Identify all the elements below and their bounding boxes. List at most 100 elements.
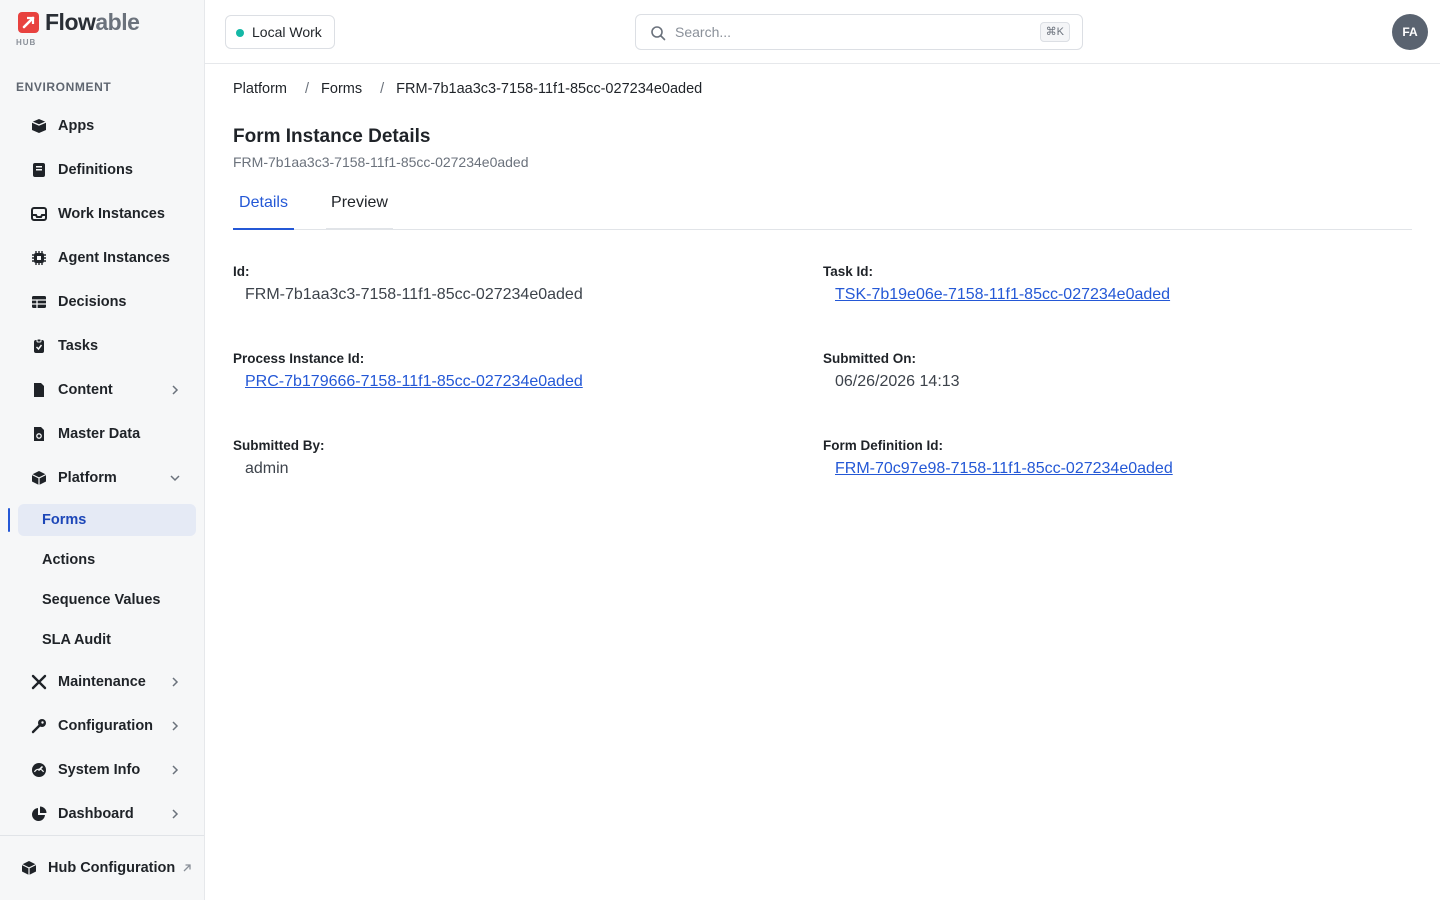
sidebar-item-content[interactable]: Content bbox=[0, 368, 204, 412]
breadcrumb-separator: / bbox=[305, 81, 310, 97]
sidebar-item-configuration[interactable]: Configuration bbox=[0, 704, 204, 748]
sidebar-subitem-actions[interactable]: Actions bbox=[0, 540, 204, 580]
sidebar-item-label: Configuration bbox=[58, 718, 154, 734]
table-icon bbox=[32, 296, 46, 308]
breadcrumb-current: FRM-7b1aa3c3-7158-11f1-85cc-027234e0aded bbox=[396, 81, 703, 97]
task-id-link[interactable]: TSK-7b19e06e-7158-11f1-85cc-027234e0aded bbox=[835, 286, 1170, 304]
sidebar-item-label: Definitions bbox=[58, 162, 133, 178]
sidebar-item-label: Work Instances bbox=[58, 206, 165, 222]
environment-label: Local Work bbox=[252, 24, 322, 40]
gauge-icon bbox=[32, 763, 46, 777]
sidebar-item-system-info[interactable]: System Info bbox=[0, 748, 204, 792]
clipboard-check-icon bbox=[34, 338, 44, 353]
sidebar-item-dashboard[interactable]: Dashboard bbox=[0, 792, 204, 836]
page-title: Form Instance Details bbox=[233, 126, 431, 147]
breadcrumb-forms[interactable]: Forms bbox=[321, 81, 362, 97]
environment-selector[interactable]: Local Work bbox=[225, 15, 335, 49]
cube-icon bbox=[31, 471, 47, 485]
brand-name: Flowable bbox=[45, 9, 140, 35]
tab-details[interactable]: Details bbox=[233, 194, 294, 230]
field-label: Submitted By: bbox=[233, 438, 325, 453]
sidebar-item-maintenance[interactable]: Maintenance bbox=[0, 660, 204, 704]
flowable-logo[interactable]: Flowable HUB bbox=[16, 9, 196, 50]
cube-icon bbox=[21, 861, 37, 875]
breadcrumb-platform[interactable]: Platform bbox=[233, 81, 287, 97]
sidebar-item-platform[interactable]: Platform bbox=[0, 456, 204, 500]
sidebar-subitem-sla-audit[interactable]: SLA Audit bbox=[0, 620, 204, 660]
sidebar-item-label: Apps bbox=[58, 118, 95, 134]
sidebar-item-label: Agent Instances bbox=[58, 250, 170, 266]
sidebar-footer: Hub Configuration bbox=[0, 835, 204, 900]
field-label: Process Instance Id: bbox=[233, 351, 365, 366]
search-input[interactable]: Search... bbox=[675, 24, 731, 40]
sidebar-item-agent-instances[interactable]: Agent Instances bbox=[0, 236, 204, 280]
brand-sub: HUB bbox=[16, 38, 37, 47]
chevron-right-icon bbox=[172, 721, 179, 731]
global-search[interactable]: Search... ⌘K bbox=[635, 14, 1083, 50]
active-item-indicator bbox=[8, 508, 10, 532]
inbox-icon bbox=[31, 207, 47, 221]
field-label: Task Id: bbox=[823, 264, 874, 279]
sidebar-item-master-data[interactable]: Master Data bbox=[0, 412, 204, 456]
sidebar-item-work-instances[interactable]: Work Instances bbox=[0, 192, 204, 236]
sidebar-item-label: Platform bbox=[58, 470, 117, 486]
page-subtitle: FRM-7b1aa3c3-7158-11f1-85cc-027234e0aded bbox=[233, 154, 529, 170]
sidebar: Flowable HUB ENVIRONMENT Apps Definition… bbox=[0, 0, 205, 900]
tab-preview[interactable]: Preview bbox=[326, 194, 393, 230]
chevron-right-icon bbox=[172, 385, 179, 395]
chevron-right-icon bbox=[172, 809, 179, 819]
sidebar-item-tasks[interactable]: Tasks bbox=[0, 324, 204, 368]
sidebar-item-label: Dashboard bbox=[58, 806, 134, 822]
external-link-icon bbox=[183, 864, 191, 872]
field-task-id: Task Id: TSK-7b19e06e-7158-11f1-85cc-027… bbox=[823, 264, 1383, 304]
sidebar-item-label: Tasks bbox=[58, 338, 99, 354]
section-label-environment: ENVIRONMENT bbox=[16, 80, 112, 94]
sidebar-item-label: Content bbox=[58, 382, 113, 398]
tab-label: Details bbox=[239, 194, 288, 211]
field-value: admin bbox=[245, 460, 289, 477]
environment-status-dot bbox=[236, 29, 244, 37]
field-id: Id: FRM-7b1aa3c3-7158-11f1-85cc-027234e0… bbox=[233, 264, 793, 304]
sidebar-item-label: System Info bbox=[58, 762, 141, 778]
field-label: Submitted On: bbox=[823, 351, 916, 366]
pie-chart-icon bbox=[32, 806, 47, 821]
sidebar-item-label: Actions bbox=[42, 552, 96, 568]
sidebar-subitem-forms[interactable]: Forms bbox=[0, 500, 204, 540]
tools-icon bbox=[31, 674, 47, 690]
chevron-right-icon bbox=[172, 677, 179, 687]
sidebar-item-label: SLA Audit bbox=[42, 632, 111, 648]
process-instance-id-link[interactable]: PRC-7b179666-7158-11f1-85cc-027234e0aded bbox=[245, 373, 583, 391]
field-submitted-by: Submitted By: admin bbox=[233, 438, 793, 478]
book-icon bbox=[33, 163, 45, 177]
user-avatar[interactable]: FA bbox=[1392, 14, 1428, 50]
field-value: 06/26/2026 14:13 bbox=[835, 373, 960, 390]
sidebar-item-decisions[interactable]: Decisions bbox=[0, 280, 204, 324]
sidebar-item-apps[interactable]: Apps bbox=[0, 104, 204, 148]
hub-configuration-link[interactable]: Hub Configuration bbox=[0, 848, 204, 888]
sidebar-subitem-sequence-values[interactable]: Sequence Values bbox=[0, 580, 204, 620]
sidebar-item-label: Sequence Values bbox=[42, 592, 161, 608]
sidebar-nav: Apps Definitions Work Instances Agent In… bbox=[0, 104, 204, 836]
field-label: Form Definition Id: bbox=[823, 438, 943, 453]
key-icon bbox=[31, 719, 46, 734]
search-icon bbox=[651, 26, 666, 41]
chevron-down-icon bbox=[170, 475, 180, 482]
form-definition-id-link[interactable]: FRM-70c97e98-7158-11f1-85cc-027234e0aded bbox=[835, 460, 1173, 478]
sidebar-item-label: Forms bbox=[42, 512, 87, 528]
search-shortcut-badge: ⌘K bbox=[1039, 22, 1070, 42]
chip-icon bbox=[32, 251, 46, 265]
sidebar-item-label: Maintenance bbox=[58, 674, 146, 690]
flowable-logo-icon bbox=[18, 12, 39, 33]
top-header: Local Work Search... ⌘K FA bbox=[205, 0, 1440, 64]
document-icon bbox=[34, 383, 44, 397]
database-doc-icon bbox=[34, 427, 44, 441]
field-value: FRM-7b1aa3c3-7158-11f1-85cc-027234e0aded bbox=[245, 286, 583, 303]
field-form-definition-id: Form Definition Id: FRM-70c97e98-7158-11… bbox=[823, 438, 1383, 478]
field-label: Id: bbox=[233, 264, 250, 279]
breadcrumb-separator: / bbox=[380, 81, 385, 97]
chevron-right-icon bbox=[172, 765, 179, 775]
sidebar-item-definitions[interactable]: Definitions bbox=[0, 148, 204, 192]
box-icon bbox=[31, 119, 47, 133]
sidebar-item-label: Decisions bbox=[58, 294, 127, 310]
detail-tabs: Details Preview bbox=[233, 194, 1412, 230]
